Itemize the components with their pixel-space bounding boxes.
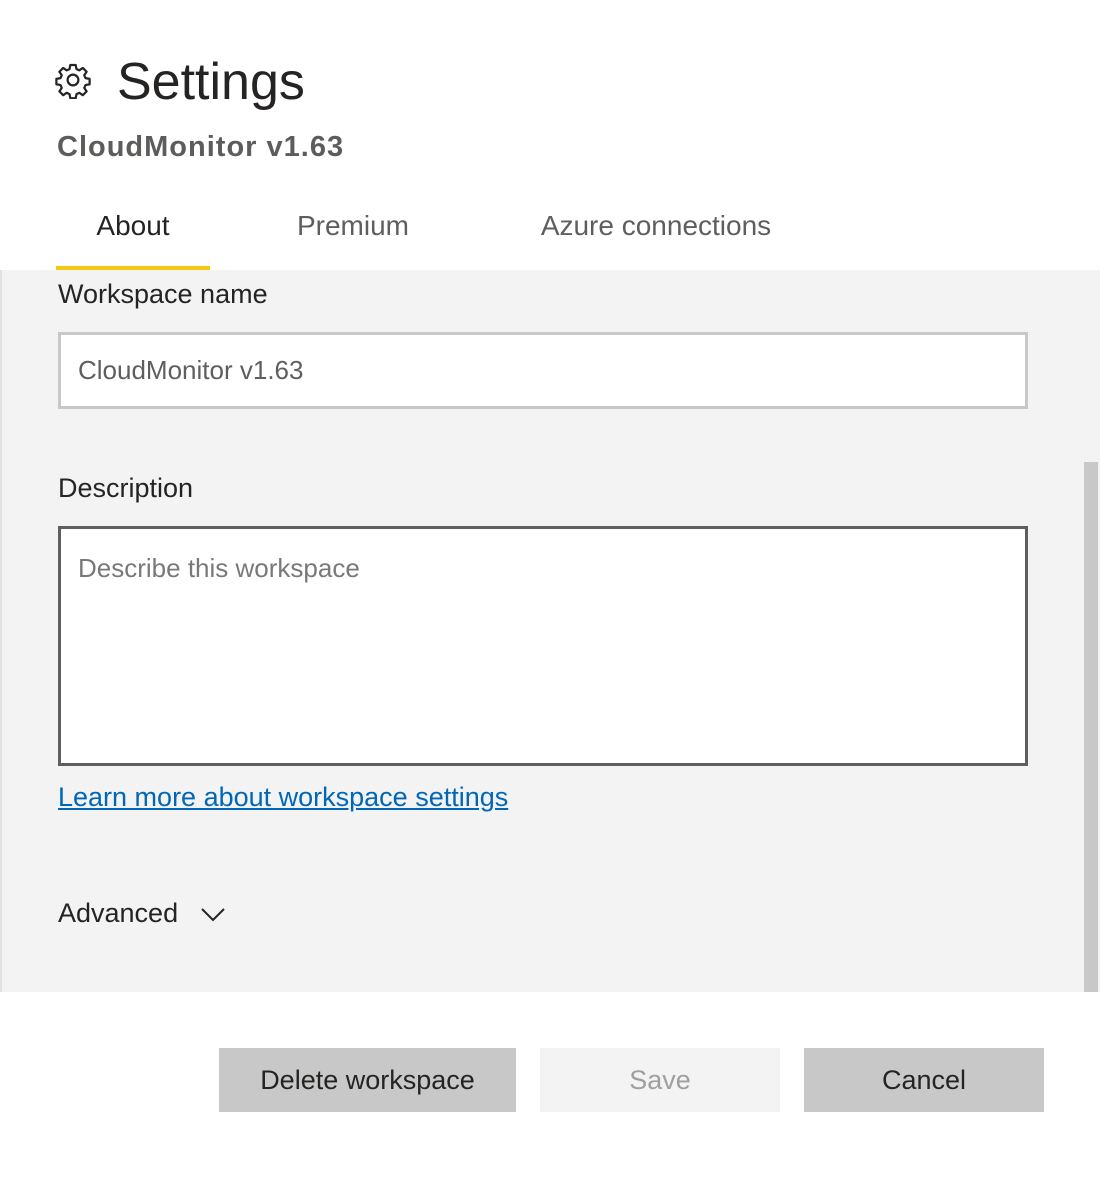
workspace-name-input[interactable] <box>58 332 1028 409</box>
workspace-subtitle: CloudMonitor v1.63 <box>57 131 345 163</box>
tab-azure-connections-label: Azure connections <box>540 210 772 241</box>
tab-about-label: About <box>96 210 170 241</box>
page-title: Settings <box>117 53 305 111</box>
tab-premium[interactable]: Premium <box>280 200 426 270</box>
cancel-button[interactable]: Cancel <box>804 1048 1044 1112</box>
workspace-name-label: Workspace name <box>58 279 268 309</box>
settings-header: Settings CloudMonitor v1.63 About Premiu… <box>0 0 1100 270</box>
learn-more-link[interactable]: Learn more about workspace settings <box>58 782 508 813</box>
chevron-down-icon <box>201 907 225 921</box>
gear-icon <box>55 63 91 99</box>
advanced-label: Advanced <box>58 898 179 928</box>
description-textarea[interactable] <box>58 526 1028 766</box>
advanced-toggle[interactable]: Advanced <box>58 898 226 929</box>
scrollbar[interactable] <box>1084 462 1098 992</box>
tab-premium-label: Premium <box>296 210 409 241</box>
delete-workspace-button[interactable]: Delete workspace <box>219 1048 516 1112</box>
tab-azure-connections[interactable]: Azure connections <box>526 200 786 270</box>
description-label: Description <box>58 473 194 503</box>
tab-about[interactable]: About <box>56 200 210 270</box>
save-button[interactable]: Save <box>540 1048 780 1112</box>
